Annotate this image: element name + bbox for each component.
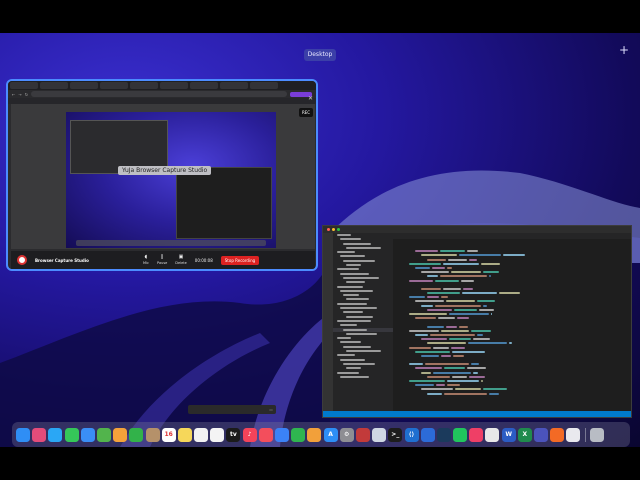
music-icon[interactable]: ♪ <box>242 427 257 442</box>
back-icon[interactable]: ← <box>12 92 15 97</box>
add-desktop-button[interactable]: + <box>619 43 629 57</box>
trash-icon[interactable] <box>589 427 604 442</box>
pause-label: Pause <box>157 261 168 265</box>
terminal-icon[interactable]: >_ <box>388 427 403 442</box>
pycharm-icon[interactable] <box>453 427 468 442</box>
keynote-icon[interactable] <box>275 427 289 442</box>
rec-badge: REC <box>299 108 313 117</box>
recording-timer: 00:00:08 <box>194 257 213 263</box>
screen-share-notification <box>188 405 276 414</box>
photos-icon[interactable] <box>113 427 128 442</box>
calendar-icon[interactable]: 16 <box>161 427 176 442</box>
zoom-window-icon[interactable] <box>337 228 340 231</box>
reload-icon[interactable]: ↻ <box>25 92 28 97</box>
status-bar <box>323 411 631 417</box>
pause-button[interactable]: ∥ Pause <box>157 254 168 266</box>
reminders-icon[interactable] <box>194 427 209 442</box>
browser-tab-bar <box>8 81 316 90</box>
mic-button[interactable]: ◖ Mic <box>143 254 149 266</box>
intellij-icon[interactable] <box>469 427 484 442</box>
address-bar-row: ← → ↻ <box>8 90 316 98</box>
browser-tab[interactable] <box>40 82 68 89</box>
close-icon[interactable]: ✕ <box>308 95 313 102</box>
finder-icon[interactable] <box>16 427 30 442</box>
browser-tab[interactable] <box>70 82 98 89</box>
vscode-titlebar <box>323 226 631 233</box>
capture-studio-tooltip: YuJa Browser Capture Studio <box>118 166 212 175</box>
contacts-icon[interactable] <box>145 427 160 442</box>
code-lines <box>393 245 631 396</box>
browser-tab[interactable] <box>250 82 278 89</box>
capture-control-bar: Browser Capture Studio ◖ Mic ∥ Pause ▣ D… <box>11 251 315 269</box>
messages-icon[interactable] <box>64 427 79 442</box>
visual-studio-code-icon[interactable]: ⟨⟩ <box>404 427 419 442</box>
preview-code-window <box>176 167 272 239</box>
system-settings-icon[interactable]: ⚙ <box>339 427 354 442</box>
activity-bar <box>323 233 333 411</box>
editor-breadcrumb <box>393 239 631 243</box>
safari-icon[interactable] <box>48 427 63 442</box>
photo-booth-icon[interactable] <box>355 427 370 442</box>
notes-icon[interactable] <box>177 427 192 442</box>
dock-separator <box>584 427 586 442</box>
browser-tab[interactable] <box>10 82 38 89</box>
documents-icon[interactable] <box>566 427 581 442</box>
xcode-icon[interactable] <box>420 427 435 442</box>
dock: 16 tv ♪ A ⚙ >_ ⟨⟩ W X <box>12 422 630 447</box>
mic-icon: ◖ <box>144 254 148 260</box>
mail-icon[interactable] <box>80 427 95 442</box>
vscode-window[interactable] <box>322 225 632 418</box>
stop-recording-button[interactable]: Stop Recording <box>220 255 260 265</box>
news-icon[interactable] <box>258 427 273 442</box>
forward-icon[interactable]: → <box>18 92 21 97</box>
freeform-icon[interactable] <box>210 427 225 442</box>
steam-icon[interactable] <box>436 427 451 442</box>
browser-tab[interactable] <box>100 82 128 89</box>
desktop-space-label[interactable]: Desktop <box>304 49 336 61</box>
capture-preview-area: YuJa Browser Capture Studio REC <box>11 104 315 249</box>
preview-icon[interactable] <box>372 427 387 442</box>
stop-sharing-button[interactable] <box>269 408 273 411</box>
file-explorer <box>333 233 393 411</box>
close-window-icon[interactable] <box>327 228 330 231</box>
app-name: Browser Capture Studio <box>35 257 89 263</box>
firefox-icon[interactable] <box>550 427 565 442</box>
captured-screen-preview: YuJa Browser Capture Studio <box>66 112 276 248</box>
numbers-icon[interactable] <box>291 427 306 442</box>
trash-icon: ▣ <box>178 254 184 260</box>
facetime-icon[interactable] <box>129 427 144 442</box>
pause-icon: ∥ <box>160 254 164 260</box>
browser-tab[interactable] <box>220 82 248 89</box>
chrome-icon[interactable] <box>485 427 500 442</box>
browser-tab[interactable] <box>130 82 158 89</box>
chrome-window[interactable]: ← → ↻ YuJa Browser Capture Studio REC ✕ … <box>6 79 318 271</box>
pages-icon[interactable] <box>307 427 322 442</box>
teams-icon[interactable] <box>534 427 548 442</box>
yuja-logo-icon <box>17 255 27 265</box>
minimize-window-icon[interactable] <box>332 228 335 231</box>
code-line <box>393 392 631 396</box>
url-input[interactable] <box>31 91 287 97</box>
preview-dock <box>76 240 266 246</box>
delete-button[interactable]: ▣ Delete <box>175 254 187 266</box>
tv-icon[interactable]: tv <box>226 427 241 442</box>
word-icon[interactable]: W <box>501 427 516 442</box>
explorer-item[interactable] <box>333 375 393 379</box>
maps-icon[interactable] <box>96 427 111 442</box>
mic-label: Mic <box>143 261 149 265</box>
excel-icon[interactable]: X <box>517 427 532 442</box>
browser-tab[interactable] <box>160 82 188 89</box>
browser-tab[interactable] <box>190 82 218 89</box>
app-store-icon[interactable]: A <box>323 427 338 442</box>
delete-label: Delete <box>175 261 187 265</box>
code-editor[interactable] <box>393 233 631 411</box>
launchpad-icon[interactable] <box>32 427 47 442</box>
